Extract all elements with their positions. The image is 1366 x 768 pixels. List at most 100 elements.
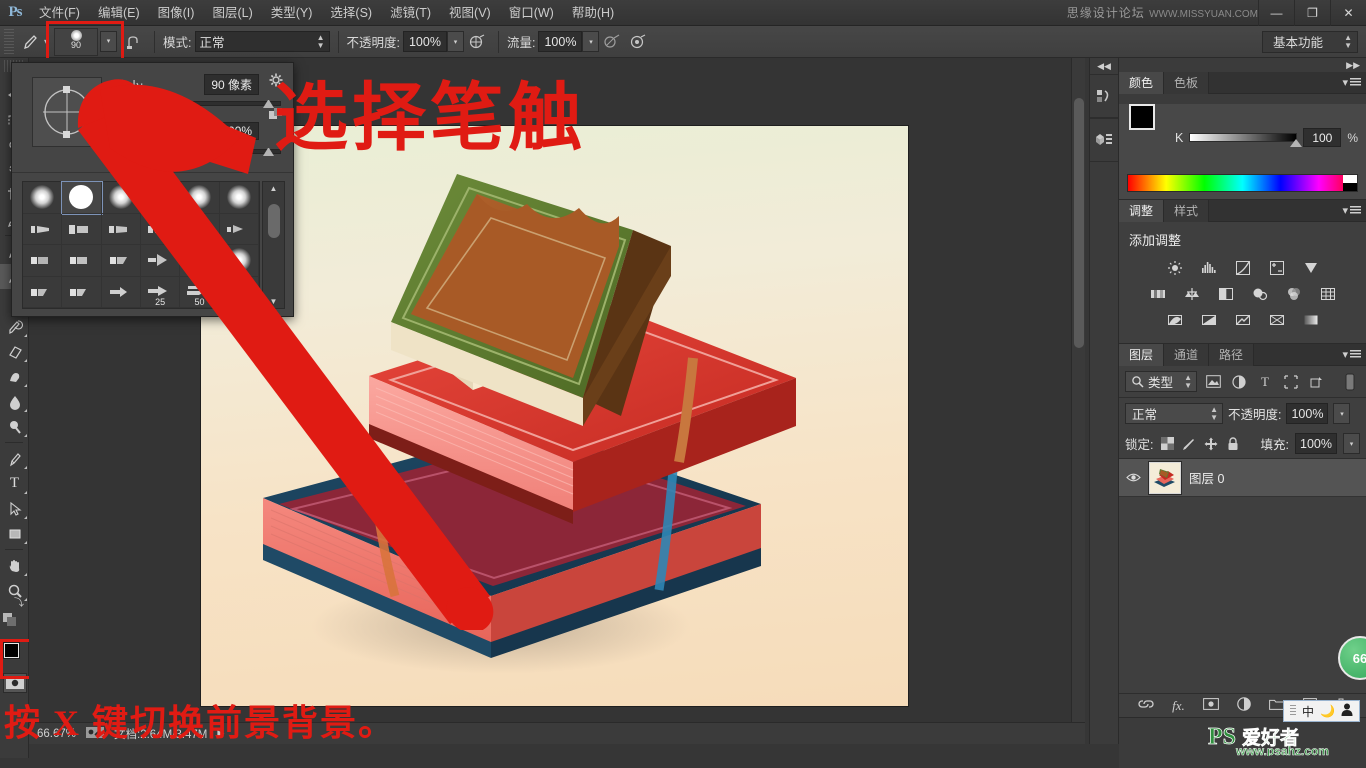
brush-hardness-slider[interactable] (116, 148, 281, 156)
curves-icon[interactable] (1232, 259, 1254, 277)
layer-thumbnail[interactable] (1148, 460, 1182, 495)
vibrance-icon[interactable] (1300, 259, 1322, 277)
ime-grip[interactable] (1290, 705, 1297, 717)
filter-toggle-switch[interactable] (1340, 372, 1360, 392)
brush-preset-cell[interactable] (180, 182, 220, 214)
hand-tool[interactable] (0, 553, 29, 578)
canvas-scroll-thumb[interactable] (1074, 98, 1084, 348)
gradient-map-icon[interactable] (1266, 311, 1288, 329)
brush-preset-cell[interactable] (23, 213, 63, 245)
blur-tool[interactable] (0, 389, 29, 414)
selective-color-icon[interactable] (1300, 311, 1322, 329)
image-canvas[interactable] (201, 126, 908, 706)
color-spectrum-ramp[interactable] (1127, 174, 1358, 192)
menu-filter[interactable]: 滤镜(T) (381, 0, 440, 26)
layer-filter-kind-select[interactable]: 类型 ▲ ▼ (1125, 371, 1197, 392)
k-channel-slider-knob[interactable] (1290, 139, 1303, 147)
brush-preset-cell[interactable] (219, 213, 259, 245)
lock-position-icon[interactable] (1203, 436, 1219, 452)
brush-tool-icon[interactable] (18, 29, 44, 55)
menu-type[interactable]: 类型(Y) (262, 0, 322, 26)
brush-preset-cell[interactable] (62, 245, 102, 277)
brush-preset-cell[interactable] (62, 276, 102, 308)
restore-button[interactable]: ❐ (1294, 0, 1330, 26)
brush-preset-cell-selected[interactable] (61, 181, 103, 215)
layer-opacity-input[interactable]: 100% (1286, 403, 1329, 424)
new-brush-preset-icon[interactable] (269, 107, 283, 124)
expand-panels-icon[interactable]: ◀◀ (1090, 58, 1118, 74)
lock-all-icon[interactable] (1225, 436, 1241, 452)
brush-preset-cell[interactable] (219, 245, 259, 277)
color-panel-swatches[interactable] (1129, 104, 1169, 142)
brush-hardness-slider-knob[interactable] (263, 145, 274, 156)
zoom-level[interactable]: 66.67% (37, 728, 76, 740)
brush-preset-cell[interactable] (140, 245, 181, 277)
lock-transparent-pixels-icon[interactable] (1159, 436, 1175, 452)
layer-row[interactable]: 图层 0 (1119, 459, 1366, 497)
history-panel-icon[interactable] (1090, 74, 1118, 118)
color-panel-foreground-swatch[interactable] (1129, 104, 1155, 130)
close-button[interactable]: ✕ (1330, 0, 1366, 26)
person-icon[interactable] (1341, 703, 1353, 719)
shape-tool[interactable] (0, 521, 29, 546)
tab-layers[interactable]: 图层 (1119, 344, 1165, 366)
history-brush-tool[interactable] (0, 314, 29, 339)
brush-preset-cell[interactable] (101, 276, 141, 308)
path-selection-tool[interactable] (0, 496, 29, 521)
menu-image[interactable]: 图像(I) (149, 0, 204, 26)
filter-type-icon[interactable]: T (1255, 372, 1275, 392)
brush-preset-cell[interactable] (101, 182, 141, 214)
menu-view[interactable]: 视图(V) (440, 0, 500, 26)
threshold-icon[interactable] (1232, 311, 1254, 329)
black-white-icon[interactable] (1215, 285, 1237, 303)
opacity-dropdown[interactable]: ▾ (446, 31, 464, 52)
filter-adjustment-icon[interactable] (1229, 372, 1249, 392)
ime-language-bar[interactable]: 中 🌙 (1283, 700, 1360, 722)
channel-mixer-icon[interactable] (1283, 285, 1305, 303)
pen-tool[interactable] (0, 446, 29, 471)
layer-visibility-eye-icon[interactable] (1125, 472, 1141, 483)
tab-paths[interactable]: 路径 (1209, 344, 1255, 366)
link-icon[interactable] (1138, 698, 1154, 713)
exposure-icon[interactable] (1266, 259, 1288, 277)
brush-preset-cell[interactable] (180, 245, 220, 277)
options-bar-grip[interactable] (4, 28, 14, 55)
gear-icon[interactable] (269, 73, 283, 90)
adjustments-panel-menu-icon[interactable]: ▾ (1342, 204, 1361, 217)
brush-preset-cell[interactable]: 50 (180, 276, 220, 308)
mini-bridge-panel-icon[interactable] (1090, 118, 1118, 162)
brush-size-value[interactable]: 90 像素 (204, 74, 259, 95)
brush-grid-scroll-thumb[interactable] (268, 204, 280, 238)
flow-input[interactable]: 100% (538, 31, 583, 52)
menu-window[interactable]: 窗口(W) (500, 0, 563, 26)
tablet-pressure-size-icon[interactable] (625, 29, 651, 55)
brush-size-slider[interactable] (116, 100, 281, 108)
swap-colors-icon[interactable]: ⤵ (14, 594, 24, 609)
scroll-up-arrow-icon[interactable]: ▲ (263, 184, 284, 193)
brush-preset-cell[interactable]: 25 (140, 276, 181, 308)
filter-shape-icon[interactable] (1281, 372, 1301, 392)
color-lookup-icon[interactable] (1317, 285, 1339, 303)
adjustment-icon[interactable] (1237, 697, 1251, 714)
posterize-icon[interactable] (1198, 311, 1220, 329)
airbrush-icon[interactable] (599, 29, 625, 55)
opacity-input[interactable]: 100% (402, 31, 447, 52)
brush-preset-cell[interactable] (101, 213, 141, 245)
tab-adjustments[interactable]: 调整 (1119, 200, 1165, 222)
brush-tip-preview[interactable] (32, 77, 102, 147)
tab-styles[interactable]: 样式 (1164, 200, 1210, 222)
filter-pixel-icon[interactable] (1203, 372, 1223, 392)
layer-fill-input[interactable]: 100% (1295, 433, 1337, 454)
brush-preset-cell[interactable] (23, 276, 63, 308)
flow-dropdown[interactable]: ▾ (582, 31, 600, 52)
blend-mode-select[interactable]: 正常 ▲ ▼ (194, 31, 330, 52)
collapse-dock-icon[interactable]: ▶▶ (1346, 60, 1360, 71)
brightness-contrast-icon[interactable] (1164, 259, 1186, 277)
layer-opacity-dropdown[interactable]: ▾ (1333, 403, 1351, 424)
brush-preset-cell[interactable] (219, 276, 259, 308)
brush-preset-cell[interactable] (23, 245, 63, 277)
color-panel-menu-icon[interactable]: ▾ (1342, 76, 1361, 89)
lock-image-pixels-icon[interactable] (1181, 436, 1197, 452)
brush-preset-grid[interactable]: 25 50 (22, 181, 260, 309)
menu-help[interactable]: 帮助(H) (563, 0, 623, 26)
